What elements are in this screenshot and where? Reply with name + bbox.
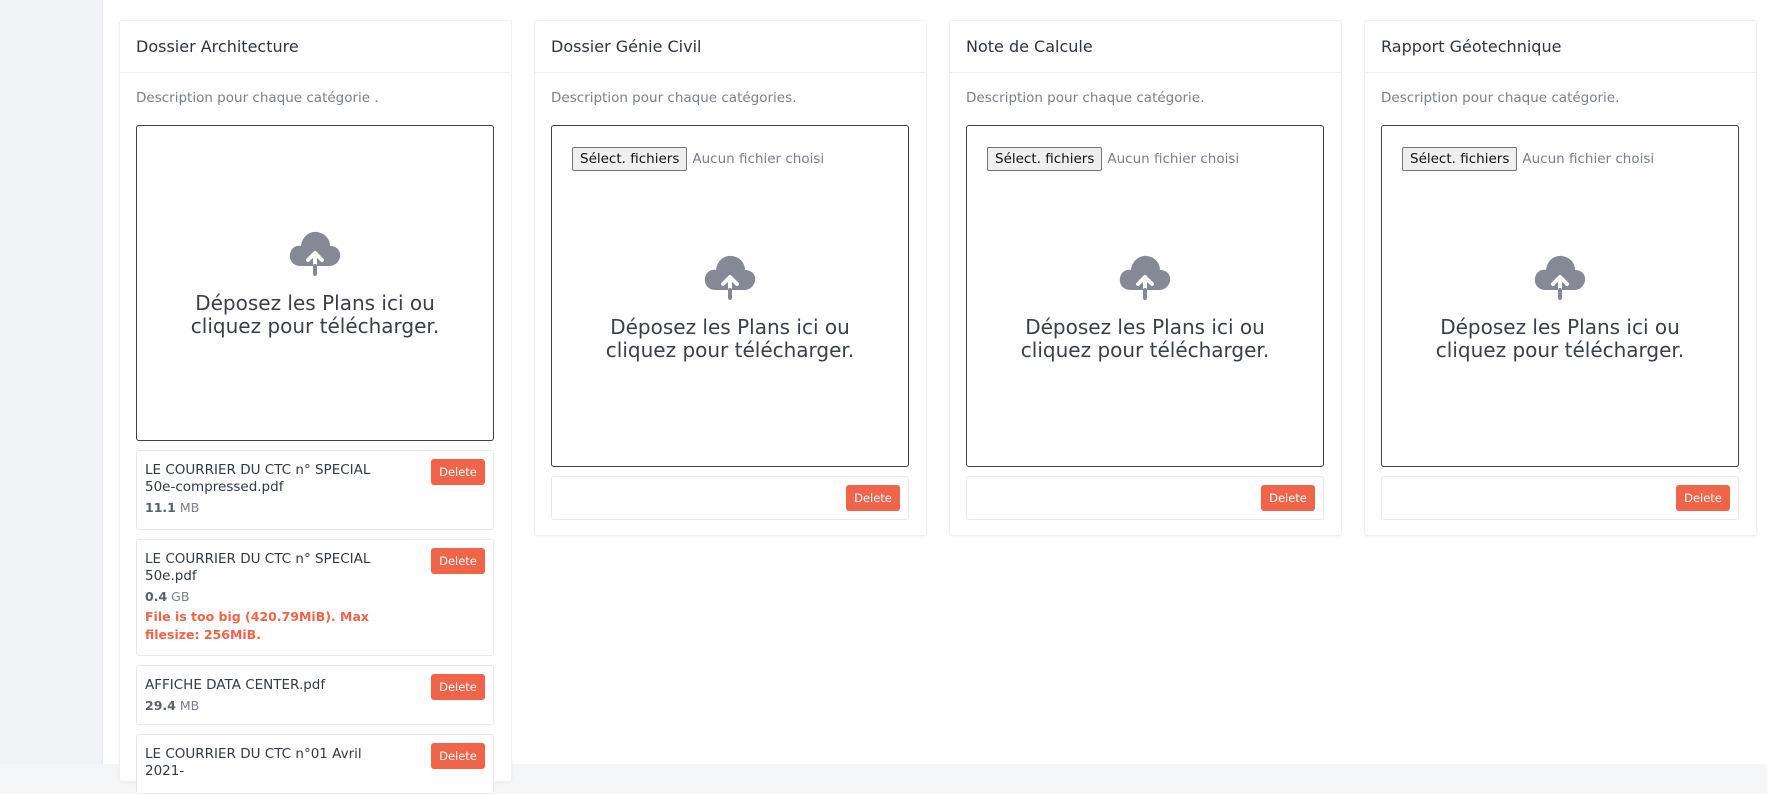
upload-card-rapport-geotechnique: Rapport Géotechnique Description pour ch… bbox=[1364, 20, 1757, 536]
dropzone[interactable]: Sélect. fichiers Aucun fichier choisi Dé… bbox=[1381, 125, 1739, 467]
file-item: LE COURRIER DU CTC n° SPECIAL 50e-compre… bbox=[136, 450, 494, 530]
file-size-unit: MB bbox=[179, 698, 200, 713]
cloud-upload-icon bbox=[1534, 255, 1586, 300]
file-action-row: Delete bbox=[551, 476, 909, 520]
no-file-chosen-label: Aucun fichier choisi bbox=[1522, 151, 1655, 167]
cloud-upload-icon bbox=[289, 231, 341, 276]
file-name: AFFICHE DATA CENTER.pdf bbox=[145, 677, 326, 693]
file-size: 0.4 GB bbox=[145, 588, 405, 605]
delete-button[interactable]: Delete bbox=[846, 485, 900, 511]
select-files-button[interactable]: Sélect. fichiers bbox=[987, 147, 1103, 171]
no-file-chosen-label: Aucun fichier choisi bbox=[1107, 151, 1240, 167]
delete-button[interactable]: Delete bbox=[431, 459, 485, 485]
delete-button[interactable]: Delete bbox=[1676, 485, 1730, 511]
file-name: LE COURRIER DU CTC n°01 Avril 2021- bbox=[145, 746, 362, 779]
dropzone[interactable]: Déposez les Plans ici ou cliquez pour té… bbox=[136, 125, 494, 441]
dropzone-message: Déposez les Plans ici ou cliquez pour té… bbox=[605, 315, 855, 362]
file-action-row: Delete bbox=[966, 476, 1324, 520]
dropzone[interactable]: Sélect. fichiers Aucun fichier choisi Dé… bbox=[551, 125, 909, 467]
file-size-unit: MB bbox=[179, 500, 200, 515]
card-description: Description pour chaque catégorie . bbox=[136, 90, 379, 106]
file-size-value: 11.1 bbox=[145, 500, 176, 515]
upload-card-architecture: Dossier Architecture Description pour ch… bbox=[119, 20, 512, 794]
file-item: AFFICHE DATA CENTER.pdf 29.4 MB Delete bbox=[136, 665, 494, 725]
dropzone-message: Déposez les Plans ici ou cliquez pour té… bbox=[1435, 315, 1685, 362]
file-item: LE COURRIER DU CTC n° SPECIAL 50e.pdf 0.… bbox=[136, 539, 494, 656]
delete-button[interactable]: Delete bbox=[1261, 485, 1315, 511]
select-files-button[interactable]: Sélect. fichiers bbox=[1402, 147, 1518, 171]
file-action-row: Delete bbox=[1381, 476, 1739, 520]
upload-card-genie-civil: Dossier Génie Civil Description pour cha… bbox=[534, 20, 927, 536]
file-size-value: 29.4 bbox=[145, 698, 176, 713]
main-content: Dossier Architecture Description pour ch… bbox=[103, 0, 1767, 794]
dropzone-message: Déposez les Plans ici ou cliquez pour té… bbox=[190, 291, 440, 338]
cloud-upload-icon bbox=[1119, 255, 1171, 300]
file-input[interactable]: Sélect. fichiers Aucun fichier choisi bbox=[1402, 147, 1654, 171]
upload-card-note-de-calcule: Note de Calcule Description pour chaque … bbox=[949, 20, 1342, 536]
file-input[interactable]: Sélect. fichiers Aucun fichier choisi bbox=[572, 147, 824, 171]
card-title: Dossier Architecture bbox=[120, 21, 511, 73]
card-description: Description pour chaque catégorie. bbox=[1381, 90, 1620, 106]
no-file-chosen-label: Aucun fichier choisi bbox=[692, 151, 825, 167]
file-size-value: 0.4 bbox=[145, 589, 168, 604]
file-size-unit: GB bbox=[171, 589, 190, 604]
select-files-button[interactable]: Sélect. fichiers bbox=[572, 147, 688, 171]
delete-button[interactable]: Delete bbox=[431, 548, 485, 574]
file-name: LE COURRIER DU CTC n° SPECIAL 50e-compre… bbox=[145, 462, 371, 495]
cloud-upload-icon bbox=[704, 255, 756, 300]
card-title: Note de Calcule bbox=[950, 21, 1341, 73]
card-title: Dossier Génie Civil bbox=[535, 21, 926, 73]
file-size: 29.4 MB bbox=[145, 697, 405, 714]
delete-button[interactable]: Delete bbox=[431, 674, 485, 700]
file-item: LE COURRIER DU CTC n°01 Avril 2021- Dele… bbox=[136, 734, 494, 794]
card-title: Rapport Géotechnique bbox=[1365, 21, 1756, 73]
dropzone-message: Déposez les Plans ici ou cliquez pour té… bbox=[1020, 315, 1270, 362]
card-description: Description pour chaque catégorie. bbox=[966, 90, 1205, 106]
file-size: 11.1 MB bbox=[145, 499, 405, 516]
file-input[interactable]: Sélect. fichiers Aucun fichier choisi bbox=[987, 147, 1239, 171]
file-error-message: File is too big (420.79MiB). Max filesiz… bbox=[145, 609, 369, 642]
card-description: Description pour chaque catégories. bbox=[551, 90, 797, 106]
sidebar bbox=[0, 0, 102, 764]
dropzone[interactable]: Sélect. fichiers Aucun fichier choisi Dé… bbox=[966, 125, 1324, 467]
file-name: LE COURRIER DU CTC n° SPECIAL 50e.pdf bbox=[145, 551, 371, 584]
delete-button[interactable]: Delete bbox=[431, 743, 485, 769]
